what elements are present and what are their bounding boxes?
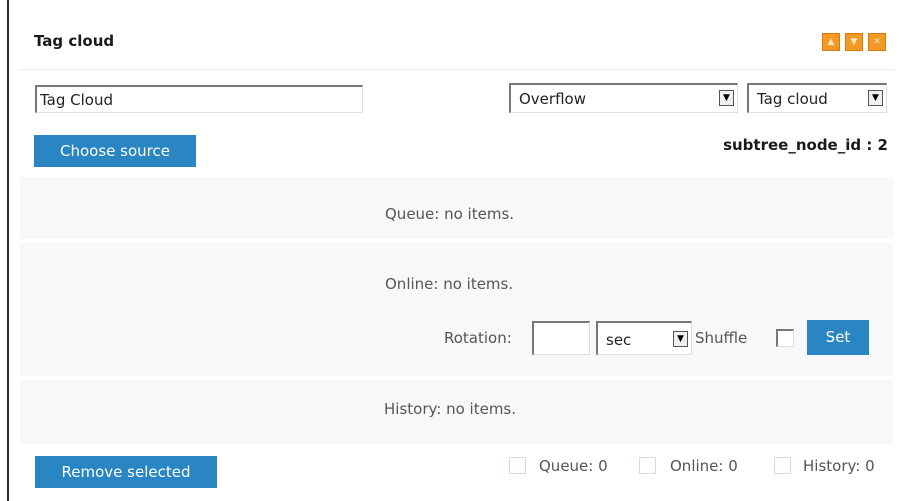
history-empty-text: History: no items. bbox=[384, 400, 517, 418]
remove-selected-button[interactable]: Remove selected bbox=[35, 456, 217, 488]
online-section: Online: no items. bbox=[20, 243, 893, 376]
choose-source-button[interactable]: Choose source bbox=[34, 135, 196, 167]
arrow-up-icon: ▲ bbox=[827, 37, 835, 47]
panel-title: Tag cloud bbox=[34, 32, 115, 50]
history-count-checkbox[interactable] bbox=[774, 457, 791, 474]
queue-empty-text: Queue: no items. bbox=[385, 205, 515, 223]
online-empty-text: Online: no items. bbox=[385, 275, 514, 293]
name-input[interactable] bbox=[35, 85, 363, 113]
set-button[interactable]: Set bbox=[807, 320, 869, 355]
type-select-value: Tag cloud bbox=[757, 90, 828, 108]
rotation-input[interactable] bbox=[532, 321, 590, 355]
mode-select[interactable]: Overflow ▼ bbox=[509, 83, 738, 113]
history-count: History: 0 bbox=[803, 457, 875, 475]
page-left-border bbox=[7, 0, 9, 501]
tag-cloud-panel: Tag cloud ▲ ▼ ✕ Overflow ▼ Tag cloud ▼ C… bbox=[20, 14, 893, 500]
move-up-button[interactable]: ▲ bbox=[822, 33, 840, 51]
move-down-button[interactable]: ▼ bbox=[845, 33, 863, 51]
type-select[interactable]: Tag cloud ▼ bbox=[747, 83, 887, 113]
online-count: Online: 0 bbox=[670, 457, 738, 475]
chevron-down-icon: ▼ bbox=[673, 331, 688, 347]
arrow-down-icon: ▼ bbox=[850, 37, 858, 47]
mode-select-value: Overflow bbox=[519, 90, 586, 108]
rotation-unit-select[interactable]: sec ▼ bbox=[596, 321, 692, 355]
history-section: History: no items. bbox=[20, 380, 893, 444]
chevron-down-icon: ▼ bbox=[868, 90, 883, 106]
shuffle-label: Shuffle bbox=[695, 329, 748, 347]
queue-count-checkbox[interactable] bbox=[509, 457, 526, 474]
queue-section: Queue: no items. bbox=[20, 177, 893, 239]
shuffle-checkbox[interactable] bbox=[776, 329, 794, 347]
rotation-label: Rotation: bbox=[444, 329, 512, 347]
subtree-node-id: subtree_node_id : 2 bbox=[723, 136, 888, 154]
rotation-unit-value: sec bbox=[606, 331, 632, 349]
queue-count: Queue: 0 bbox=[539, 457, 608, 475]
chevron-down-icon: ▼ bbox=[719, 90, 734, 106]
panel-header: Tag cloud ▲ ▼ ✕ bbox=[20, 14, 893, 70]
close-button[interactable]: ✕ bbox=[868, 33, 886, 51]
online-count-checkbox[interactable] bbox=[639, 457, 656, 474]
close-icon: ✕ bbox=[873, 37, 881, 47]
